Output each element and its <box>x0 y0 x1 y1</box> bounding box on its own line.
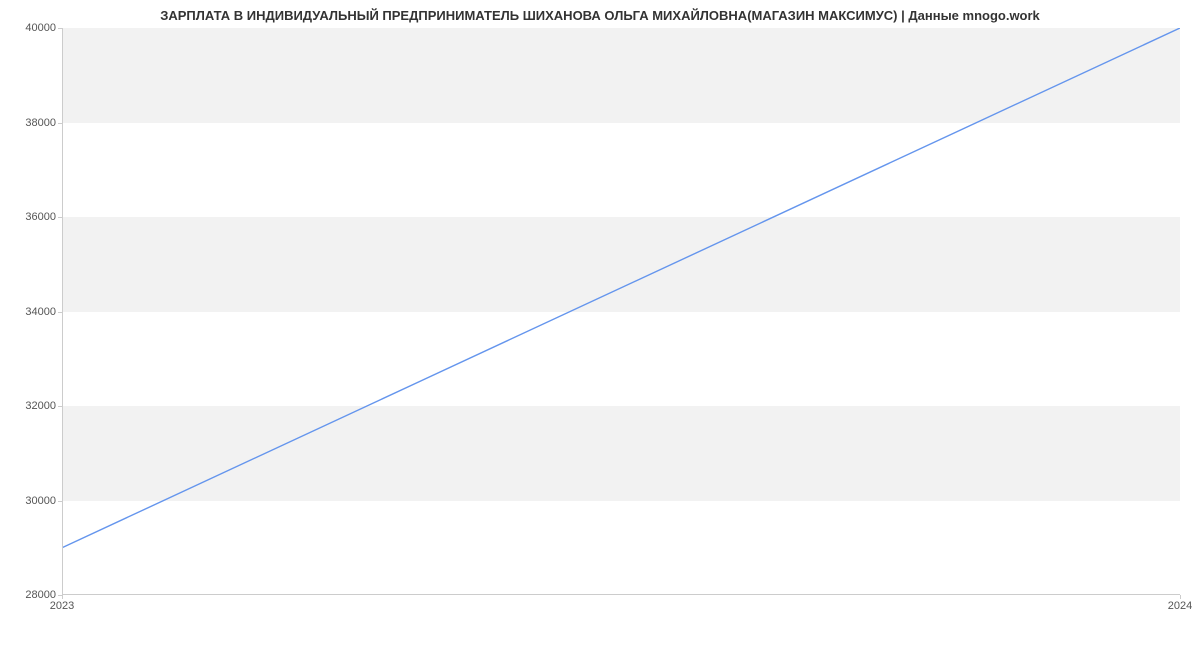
y-tick-label: 28000 <box>6 589 56 601</box>
y-tick-label: 38000 <box>6 117 56 129</box>
chart-line <box>62 28 1180 595</box>
y-tick-mark <box>58 28 62 29</box>
y-tick-label: 34000 <box>6 306 56 318</box>
x-tick-label: 2024 <box>1168 600 1192 612</box>
y-tick-label: 30000 <box>6 495 56 507</box>
x-tick-mark <box>1180 595 1181 599</box>
x-tick-mark <box>62 595 63 599</box>
y-tick-mark <box>58 217 62 218</box>
y-tick-mark <box>58 312 62 313</box>
x-axis-line <box>62 594 1180 595</box>
y-tick-mark <box>58 501 62 502</box>
y-tick-label: 40000 <box>6 22 56 34</box>
y-tick-label: 36000 <box>6 211 56 223</box>
plot-area <box>62 28 1180 595</box>
y-tick-label: 32000 <box>6 400 56 412</box>
x-tick-label: 2023 <box>50 600 74 612</box>
y-tick-mark <box>58 123 62 124</box>
chart-title: ЗАРПЛАТА В ИНДИВИДУАЛЬНЫЙ ПРЕДПРИНИМАТЕЛ… <box>0 8 1200 23</box>
y-axis-line <box>62 28 63 595</box>
y-tick-mark <box>58 406 62 407</box>
